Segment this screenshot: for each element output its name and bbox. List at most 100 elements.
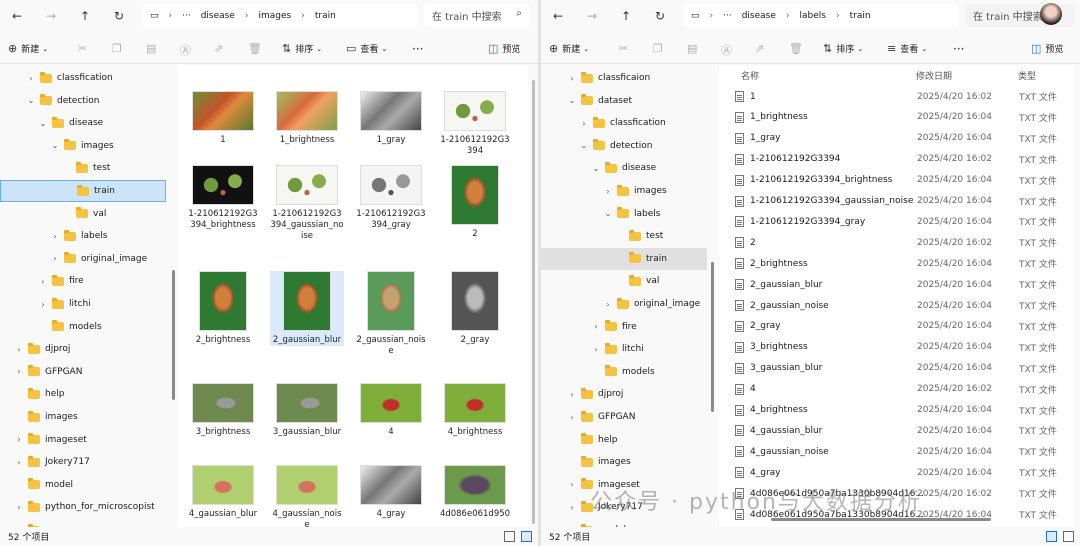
file-row[interactable]: 1-210612192G3394 2025/4/20 16:02 TXT 文件 (735, 149, 1074, 170)
chevron-right-icon[interactable]: › (14, 345, 24, 354)
preview-button[interactable]: ◫ 预览 (488, 42, 520, 55)
file-row[interactable]: 1_brightness 2025/4/20 16:04 TXT 文件 (735, 107, 1074, 128)
file-row[interactable]: 1-210612192G3394_gaussian_noise 2025/4/20… (735, 191, 1074, 212)
tree-item-val[interactable]: val (541, 270, 707, 292)
chevron-right-icon[interactable]: › (567, 413, 577, 422)
tree-item-dataset[interactable]: ⌄ dataset (541, 90, 707, 112)
sort-button[interactable]: ⇅ 排序 ⌄ (823, 42, 863, 55)
image-file-tile[interactable]: 4 (354, 383, 428, 438)
chevron-right-icon[interactable]: › (579, 119, 589, 128)
image-file-tile[interactable]: 4_brightness (438, 383, 512, 438)
file-row[interactable]: 4 2025/4/20 16:02 TXT 文件 (735, 379, 1074, 400)
tree-item-djproj[interactable]: › djproj (0, 338, 166, 360)
tree-item-litchi[interactable]: › litchi (0, 293, 166, 315)
image-file-tile[interactable]: 3_brightness (186, 383, 260, 438)
chevron-right-icon[interactable]: › (591, 322, 601, 331)
tree-item-detection[interactable]: ⌄ detection (0, 90, 166, 112)
file-row[interactable]: 4_brightness 2025/4/20 16:04 TXT 文件 (735, 400, 1074, 421)
tree-scrollbar[interactable] (172, 270, 175, 400)
file-row[interactable]: 3_gaussian_blur 2025/4/20 16:04 TXT 文件 (735, 358, 1074, 379)
preview-button[interactable]: ◫ 预览 (1031, 42, 1063, 55)
chevron-right-icon[interactable]: › (567, 74, 577, 83)
rename-button[interactable]: Ⓐ (180, 42, 195, 58)
share-button[interactable]: ⇗ (755, 42, 768, 55)
chevron-right-icon[interactable]: › (567, 480, 577, 489)
delete-button[interactable]: 🗑 (789, 42, 807, 55)
image-file-tile[interactable]: 1-210612192G3394_gaussian_noise (270, 165, 344, 242)
image-file-tile[interactable]: 1-210612192G3394_brightness (186, 165, 260, 231)
file-row[interactable]: 2_gray 2025/4/20 16:04 TXT 文件 (735, 316, 1074, 337)
tree-item-images[interactable]: images (0, 406, 166, 428)
tree-item-fire[interactable]: › fire (541, 316, 707, 338)
tree-item-imageset[interactable]: › imageset (0, 429, 166, 451)
tree-item-models[interactable]: models (541, 361, 707, 383)
file-row[interactable]: 4_gaussian_blur 2025/4/20 16:04 TXT 文件 (735, 420, 1074, 441)
file-row[interactable]: 1 2025/4/20 16:02 TXT 文件 (735, 86, 1074, 107)
forward-arrow-icon[interactable]: → (42, 7, 60, 25)
tree-item-test[interactable]: test (541, 225, 707, 247)
address-bar[interactable]: ▭ › ··· disease › images › train (142, 4, 418, 27)
more-options-button[interactable]: ··· (412, 42, 423, 56)
tree-item-train[interactable]: train (0, 180, 166, 202)
file-row[interactable]: 2 2025/4/20 16:02 TXT 文件 (735, 232, 1074, 253)
image-file-tile[interactable]: 2_brightness (186, 271, 260, 346)
breadcrumb-item[interactable]: disease (201, 11, 235, 21)
tree-item-disease[interactable]: ⌄ disease (0, 112, 166, 134)
chevron-right-icon[interactable]: › (26, 74, 36, 83)
breadcrumb-item[interactable]: images (259, 11, 292, 21)
paste-button[interactable]: ▤ (146, 42, 160, 55)
large-icons-view-icon[interactable] (521, 531, 532, 542)
chevron-down-icon[interactable]: ⌄ (26, 96, 36, 105)
refresh-icon[interactable]: ↻ (651, 7, 669, 25)
chevron-right-icon[interactable]: › (14, 458, 24, 467)
tree-item-models[interactable]: models (0, 316, 166, 338)
view-button[interactable]: ≡ 查看 ⌄ (887, 42, 927, 55)
chevron-right-icon[interactable]: › (14, 435, 24, 444)
tree-item-python-for-microscopist[interactable]: › python_for_microscopist (0, 496, 166, 518)
image-file-tile[interactable]: 3_gaussian_blur (270, 383, 344, 438)
tree-item-gfpgan[interactable]: › GFPGAN (541, 406, 707, 428)
chevron-right-icon[interactable]: › (603, 187, 613, 196)
image-file-tile[interactable]: 1-210612192G3394 (438, 91, 512, 157)
chevron-down-icon[interactable]: ⌄ (567, 96, 577, 105)
new-button[interactable]: ⊕ 新建 ⌄ (8, 42, 48, 55)
tree-item-disease[interactable]: ⌄ disease (541, 157, 707, 179)
tree-scrollbar[interactable] (711, 262, 714, 412)
file-row[interactable]: 4_gray 2025/4/20 16:04 TXT 文件 (735, 462, 1074, 483)
large-icons-view-icon[interactable] (1063, 531, 1074, 542)
chevron-down-icon[interactable]: ⌄ (38, 119, 48, 128)
chevron-down-icon[interactable]: ⌄ (603, 209, 613, 218)
breadcrumb-item[interactable]: train (850, 11, 871, 21)
horizontal-scrollbar[interactable] (771, 518, 991, 521)
back-arrow-icon[interactable]: ← (8, 7, 26, 25)
chevron-right-icon[interactable]: › (50, 232, 60, 241)
file-row[interactable]: 4_gaussian_noise 2025/4/20 16:04 TXT 文件 (735, 441, 1074, 462)
chevron-down-icon[interactable]: ⌄ (50, 141, 60, 150)
tree-item-train[interactable]: train (541, 247, 707, 270)
tree-item-labels[interactable]: ⌄ labels (541, 203, 707, 225)
chevron-down-icon[interactable]: ⌄ (579, 141, 589, 150)
breadcrumb-item[interactable]: disease (742, 11, 776, 21)
tree-item-gfpgan[interactable]: › GFPGAN (0, 361, 166, 383)
image-file-tile[interactable]: 2_gray (438, 271, 512, 346)
chevron-right-icon[interactable]: › (50, 254, 60, 263)
chevron-right-icon[interactable]: › (567, 390, 577, 399)
tree-item-model[interactable]: model (541, 519, 707, 527)
file-row[interactable]: 1-210612192G3394_brightness 2025/4/20 16:… (735, 170, 1074, 191)
breadcrumb-item[interactable]: labels (800, 11, 826, 21)
image-file-tile[interactable]: 1_gray (354, 91, 428, 146)
chevron-right-icon[interactable]: › (567, 503, 577, 512)
tree-item-classficaion[interactable]: › classficaion (541, 67, 707, 89)
chevron-right-icon[interactable]: › (38, 300, 48, 309)
chevron-right-icon[interactable]: › (14, 503, 24, 512)
tree-item-classfication[interactable]: › classfication (541, 112, 707, 134)
share-button[interactable]: ⇗ (214, 42, 227, 55)
cut-button[interactable]: ✂ (619, 42, 632, 55)
sort-button[interactable]: ⇅ 排序 ⌄ (282, 42, 322, 55)
image-file-tile[interactable]: 4_gaussian_blur (186, 465, 260, 520)
tree-item-detection[interactable]: ⌄ detection (541, 135, 707, 157)
paste-button[interactable]: ▤ (687, 42, 701, 55)
tree-item-images[interactable]: › images (541, 180, 707, 202)
tree-item-original-image[interactable]: › original_image (0, 248, 166, 270)
image-file-tile[interactable]: 2_gaussian_blur (270, 271, 344, 346)
